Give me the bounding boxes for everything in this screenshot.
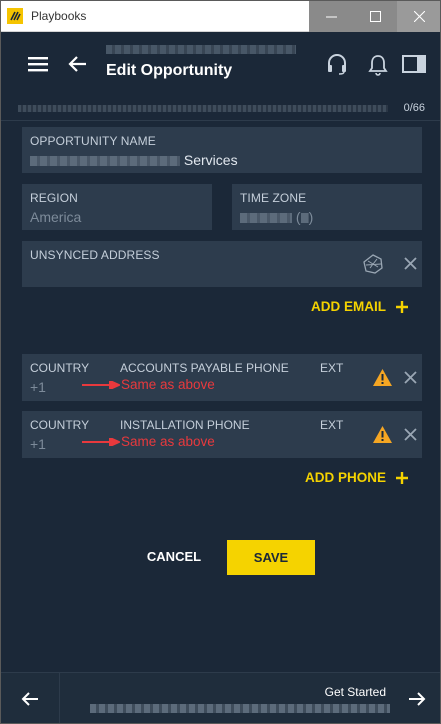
window-titlebar: Playbooks — [0, 0, 441, 32]
warning-icon — [373, 369, 392, 386]
warning-icon — [373, 426, 392, 443]
plus-icon — [396, 471, 409, 484]
time-zone-label: TIME ZONE — [240, 191, 307, 205]
menu-icon[interactable] — [28, 56, 48, 72]
minimize-button[interactable] — [309, 0, 353, 32]
region-field[interactable]: REGION America — [22, 184, 212, 230]
phone-label: ACCOUNTS PAYABLE PHONE — [120, 361, 289, 375]
progress-row: 0/66 — [0, 98, 441, 120]
notification-bell-icon[interactable] — [368, 54, 388, 76]
country-label: COUNTRY — [30, 361, 90, 375]
locate-address-icon[interactable] — [362, 253, 384, 275]
phone-row-accounts-payable[interactable]: COUNTRY +1 ACCOUNTS PAYABLE PHONE EXT Sa… — [22, 354, 422, 401]
unsynced-address-label: UNSYNCED ADDRESS — [30, 248, 160, 262]
redacted-text — [300, 213, 309, 224]
app-logo-icon — [7, 7, 23, 24]
add-email-label: ADD EMAIL — [311, 299, 386, 314]
side-panel-icon[interactable] — [402, 55, 426, 73]
opportunity-name-field[interactable]: OPPORTUNITY NAME Services — [22, 127, 422, 173]
previous-step-area[interactable] — [0, 673, 60, 724]
next-step-subtitle-redacted — [90, 704, 390, 713]
next-step-label[interactable]: Get Started — [325, 685, 386, 699]
region-label: REGION — [30, 191, 78, 205]
window-title: Playbooks — [31, 8, 87, 23]
phone-label: INSTALLATION PHONE — [120, 418, 250, 432]
remove-phone-icon[interactable] — [404, 428, 417, 441]
annotation-arrow-icon — [82, 438, 120, 446]
annotation-note: Same as above — [121, 434, 215, 449]
opportunity-name-value: Services — [30, 152, 238, 168]
app-header: Edit Opportunity — [0, 32, 441, 98]
plus-icon — [396, 300, 408, 313]
close-window-button[interactable] — [397, 0, 441, 32]
cancel-button[interactable]: CANCEL — [138, 546, 210, 568]
phone-row-installation[interactable]: COUNTRY +1 INSTALLATION PHONE EXT Same a… — [22, 411, 422, 458]
bottom-nav: Get Started — [0, 672, 441, 724]
progress-bar — [18, 105, 388, 112]
save-button[interactable]: SAVE — [227, 540, 315, 575]
add-phone-label: ADD PHONE — [305, 470, 387, 485]
next-arrow-icon[interactable] — [408, 691, 426, 707]
country-label: COUNTRY — [30, 418, 90, 432]
add-phone-button[interactable]: ADD PHONE — [305, 470, 409, 485]
annotation-arrow-icon — [82, 381, 120, 389]
redacted-text — [30, 156, 180, 167]
clear-address-icon[interactable] — [404, 257, 417, 270]
annotation-note: Same as above — [121, 377, 215, 392]
header-divider — [0, 120, 441, 121]
maximize-button[interactable] — [353, 0, 397, 32]
page-title: Edit Opportunity — [106, 62, 233, 79]
time-zone-value: () — [240, 209, 313, 225]
unsynced-address-field[interactable]: UNSYNCED ADDRESS — [22, 241, 422, 287]
ext-label: EXT — [320, 418, 344, 432]
country-code-value[interactable]: +1 — [30, 379, 46, 395]
headset-icon[interactable] — [326, 53, 348, 75]
progress-count: 0/66 — [403, 102, 425, 114]
redacted-text — [240, 213, 292, 224]
opportunity-name-label: OPPORTUNITY NAME — [30, 134, 156, 148]
time-zone-field[interactable]: TIME ZONE () — [232, 184, 422, 230]
back-arrow-icon[interactable] — [68, 55, 88, 73]
opportunity-subtitle-redacted — [106, 45, 296, 54]
remove-phone-icon[interactable] — [404, 371, 417, 384]
previous-arrow-icon[interactable] — [21, 691, 39, 707]
opportunity-name-suffix: Services — [183, 152, 238, 168]
ext-label: EXT — [320, 361, 344, 375]
add-email-button[interactable]: ADD EMAIL — [311, 299, 408, 314]
region-value: America — [30, 209, 82, 225]
country-code-value[interactable]: +1 — [30, 436, 46, 452]
